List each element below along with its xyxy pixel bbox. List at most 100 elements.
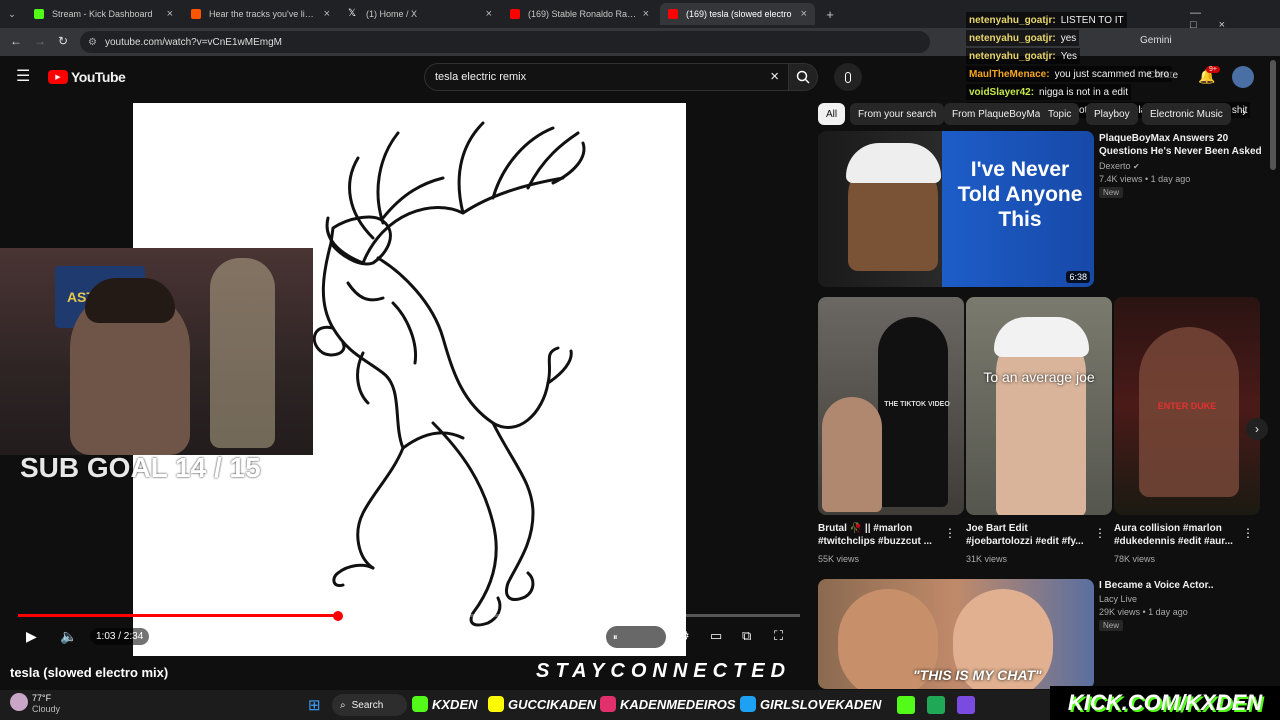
- short-thumbnail[interactable]: THE TIKTOK VIDEO: [818, 297, 964, 515]
- app-icon[interactable]: [927, 696, 945, 714]
- search-icon: [796, 70, 810, 84]
- more-options-icon[interactable]: ⋮: [1094, 526, 1106, 540]
- chat-text: Yes: [1060, 50, 1078, 62]
- thumbnail-person: [1139, 327, 1239, 497]
- new-badge: New: [1099, 620, 1124, 631]
- scrubber-handle[interactable]: [332, 611, 343, 621]
- kick-app-icon[interactable]: [897, 696, 915, 714]
- more-options-icon[interactable]: ⋮: [1242, 526, 1254, 540]
- tab-stable-ronaldo[interactable]: (169) Stable Ronaldo Ranks The×: [502, 3, 657, 25]
- chip-electronic-music[interactable]: Electronic Music: [1142, 103, 1231, 125]
- hamburger-menu-icon[interactable]: ☰: [16, 66, 30, 86]
- short-title[interactable]: Aura collision #marlon #dukedennis #edit…: [1114, 522, 1239, 548]
- chip-all[interactable]: All: [818, 103, 846, 125]
- close-icon[interactable]: ×: [167, 8, 173, 20]
- chevron-down-icon: ⌄: [8, 8, 16, 19]
- recommended-thumbnail[interactable]: "THIS IS MY CHAT": [818, 579, 1094, 689]
- search-input[interactable]: tesla electric remix ×: [424, 63, 790, 91]
- close-icon[interactable]: ×: [324, 8, 330, 20]
- chevron-right-icon[interactable]: ›: [1242, 105, 1246, 119]
- video-meta: 7.4K views • 1 day ago: [1099, 174, 1191, 184]
- video-title: tesla (slowed electro mix): [10, 665, 169, 680]
- weather-icon: [10, 693, 28, 711]
- chip-playboy[interactable]: Playboy: [1086, 103, 1138, 125]
- recommended-title[interactable]: I Became a Voice Actor..: [1099, 579, 1264, 592]
- settings-gear-icon[interactable]: ⚙: [678, 628, 690, 644]
- autoplay-toggle[interactable]: ⏸: [606, 626, 666, 648]
- x-logo-icon: 𝕏: [348, 8, 357, 19]
- app-icon[interactable]: [957, 696, 975, 714]
- kick-url-banner: KICK.COM/KXDEN: [1050, 686, 1280, 720]
- volume-icon[interactable]: 🔈: [60, 628, 77, 645]
- chat-username: netenyahu_goatjr:: [969, 50, 1056, 62]
- chip-from-plaqueboymax[interactable]: From PlaqueBoyMax: [944, 103, 1054, 125]
- shorts-next-arrow[interactable]: ›: [1246, 418, 1268, 440]
- verified-icon: ✔: [1133, 162, 1140, 171]
- site-info-icon[interactable]: ⚙: [88, 37, 97, 48]
- tab-search-button[interactable]: ⌄: [0, 3, 24, 25]
- tab-kick-dashboard[interactable]: Stream - Kick Dashboard ×: [26, 3, 181, 25]
- tab-tesla-active[interactable]: (169) tesla (slowed electro ×: [660, 3, 815, 25]
- thumbnail-person-2: [822, 397, 882, 512]
- twitter-icon: [740, 696, 756, 712]
- voice-search-button[interactable]: [834, 63, 862, 91]
- kick-icon: [412, 696, 428, 712]
- new-badge: New: [1099, 187, 1124, 198]
- forward-icon[interactable]: →: [34, 34, 46, 48]
- recommended-title[interactable]: PlaqueBoyMax Answers 20 Questions He's N…: [1099, 132, 1264, 158]
- short-title[interactable]: Joe Bart Edit #joebartolozzi #edit #fy..…: [966, 522, 1091, 548]
- chat-message: netenyahu_goatjr: LISTEN TO IT: [966, 12, 1127, 28]
- kick-icon: [34, 9, 44, 19]
- thumbnail-text: I've Never Told Anyone This: [957, 158, 1083, 231]
- stay-connected-overlay: STAYCONNECTED: [536, 660, 792, 682]
- close-icon[interactable]: ×: [801, 8, 807, 20]
- social-twitter: GIRLSLOVEKADEN: [740, 696, 881, 712]
- page-scrollbar[interactable]: [1270, 60, 1276, 170]
- url-field[interactable]: ⚙ youtube.com/watch?v=vCnE1wMEmgM: [80, 31, 930, 53]
- sub-goal-overlay: SUB GOAL 14 / 15: [20, 452, 261, 483]
- skeleton-decoration: [210, 258, 275, 448]
- filter-chips: All From your search From PlaqueBoyMax T…: [818, 103, 1258, 125]
- channel-name[interactable]: Lacy Live: [1099, 593, 1137, 606]
- short-thumbnail[interactable]: ENTER DUKE: [1114, 297, 1260, 515]
- taskbar-search[interactable]: ⌕ Search: [332, 694, 407, 716]
- short-thumbnail[interactable]: To an average joe: [966, 297, 1112, 515]
- short-title[interactable]: Brutal 🥀 || #marlon #twitchclips #buzzcu…: [818, 522, 938, 548]
- chip-topic[interactable]: Topic: [1040, 103, 1080, 125]
- chat-text: LISTEN TO IT: [1060, 14, 1124, 26]
- reload-icon[interactable]: ↻: [58, 34, 68, 48]
- windows-start-icon[interactable]: ⊞: [308, 696, 321, 714]
- new-tab-button[interactable]: +: [820, 3, 840, 25]
- youtube-play-icon: ▶: [48, 70, 68, 84]
- search-icon: ⌕: [340, 699, 346, 711]
- clear-search-icon[interactable]: ×: [770, 68, 779, 85]
- youtube-icon: [668, 9, 678, 19]
- social-instagram: KADENMEDEIROS: [600, 696, 736, 712]
- thumbnail-beanie: [846, 143, 941, 183]
- progress-fill: [18, 614, 338, 617]
- channel-name[interactable]: Dexerto ✔: [1099, 160, 1140, 173]
- short-views: 55K views: [818, 554, 860, 564]
- recommended-thumbnail[interactable]: I've Never Told Anyone This 6:38: [818, 131, 1094, 287]
- weather-temp: 77°F: [32, 693, 52, 703]
- theater-mode-icon[interactable]: ▭: [710, 628, 722, 644]
- close-icon[interactable]: ×: [643, 8, 649, 20]
- youtube-logo[interactable]: ▶ YouTube: [48, 69, 126, 85]
- chat-message: voidSlayer42: nigga is not in a edit: [966, 84, 1131, 100]
- back-icon[interactable]: ←: [10, 34, 22, 48]
- short-views: 31K views: [966, 554, 1008, 564]
- chat-username: MaulTheMenace:: [969, 68, 1050, 80]
- chat-message: netenyahu_goatjr: yes: [966, 30, 1080, 46]
- chip-from-your-search[interactable]: From your search: [850, 103, 945, 125]
- short-views: 78K views: [1114, 554, 1156, 564]
- fullscreen-icon[interactable]: ⛶: [774, 628, 783, 644]
- video-progress-bar[interactable]: [18, 611, 800, 621]
- chat-text: you just scammed me bro: [1054, 68, 1170, 80]
- play-button[interactable]: ▶: [26, 628, 37, 645]
- search-button[interactable]: [788, 63, 818, 91]
- tab-x-home[interactable]: 𝕏 (1) Home / X ×: [340, 3, 500, 25]
- more-options-icon[interactable]: ⋮: [944, 526, 956, 540]
- close-icon[interactable]: ×: [486, 8, 492, 20]
- tab-soundcloud[interactable]: Hear the tracks you've liked: on×: [183, 3, 338, 25]
- cast-icon[interactable]: ⧉: [742, 628, 751, 644]
